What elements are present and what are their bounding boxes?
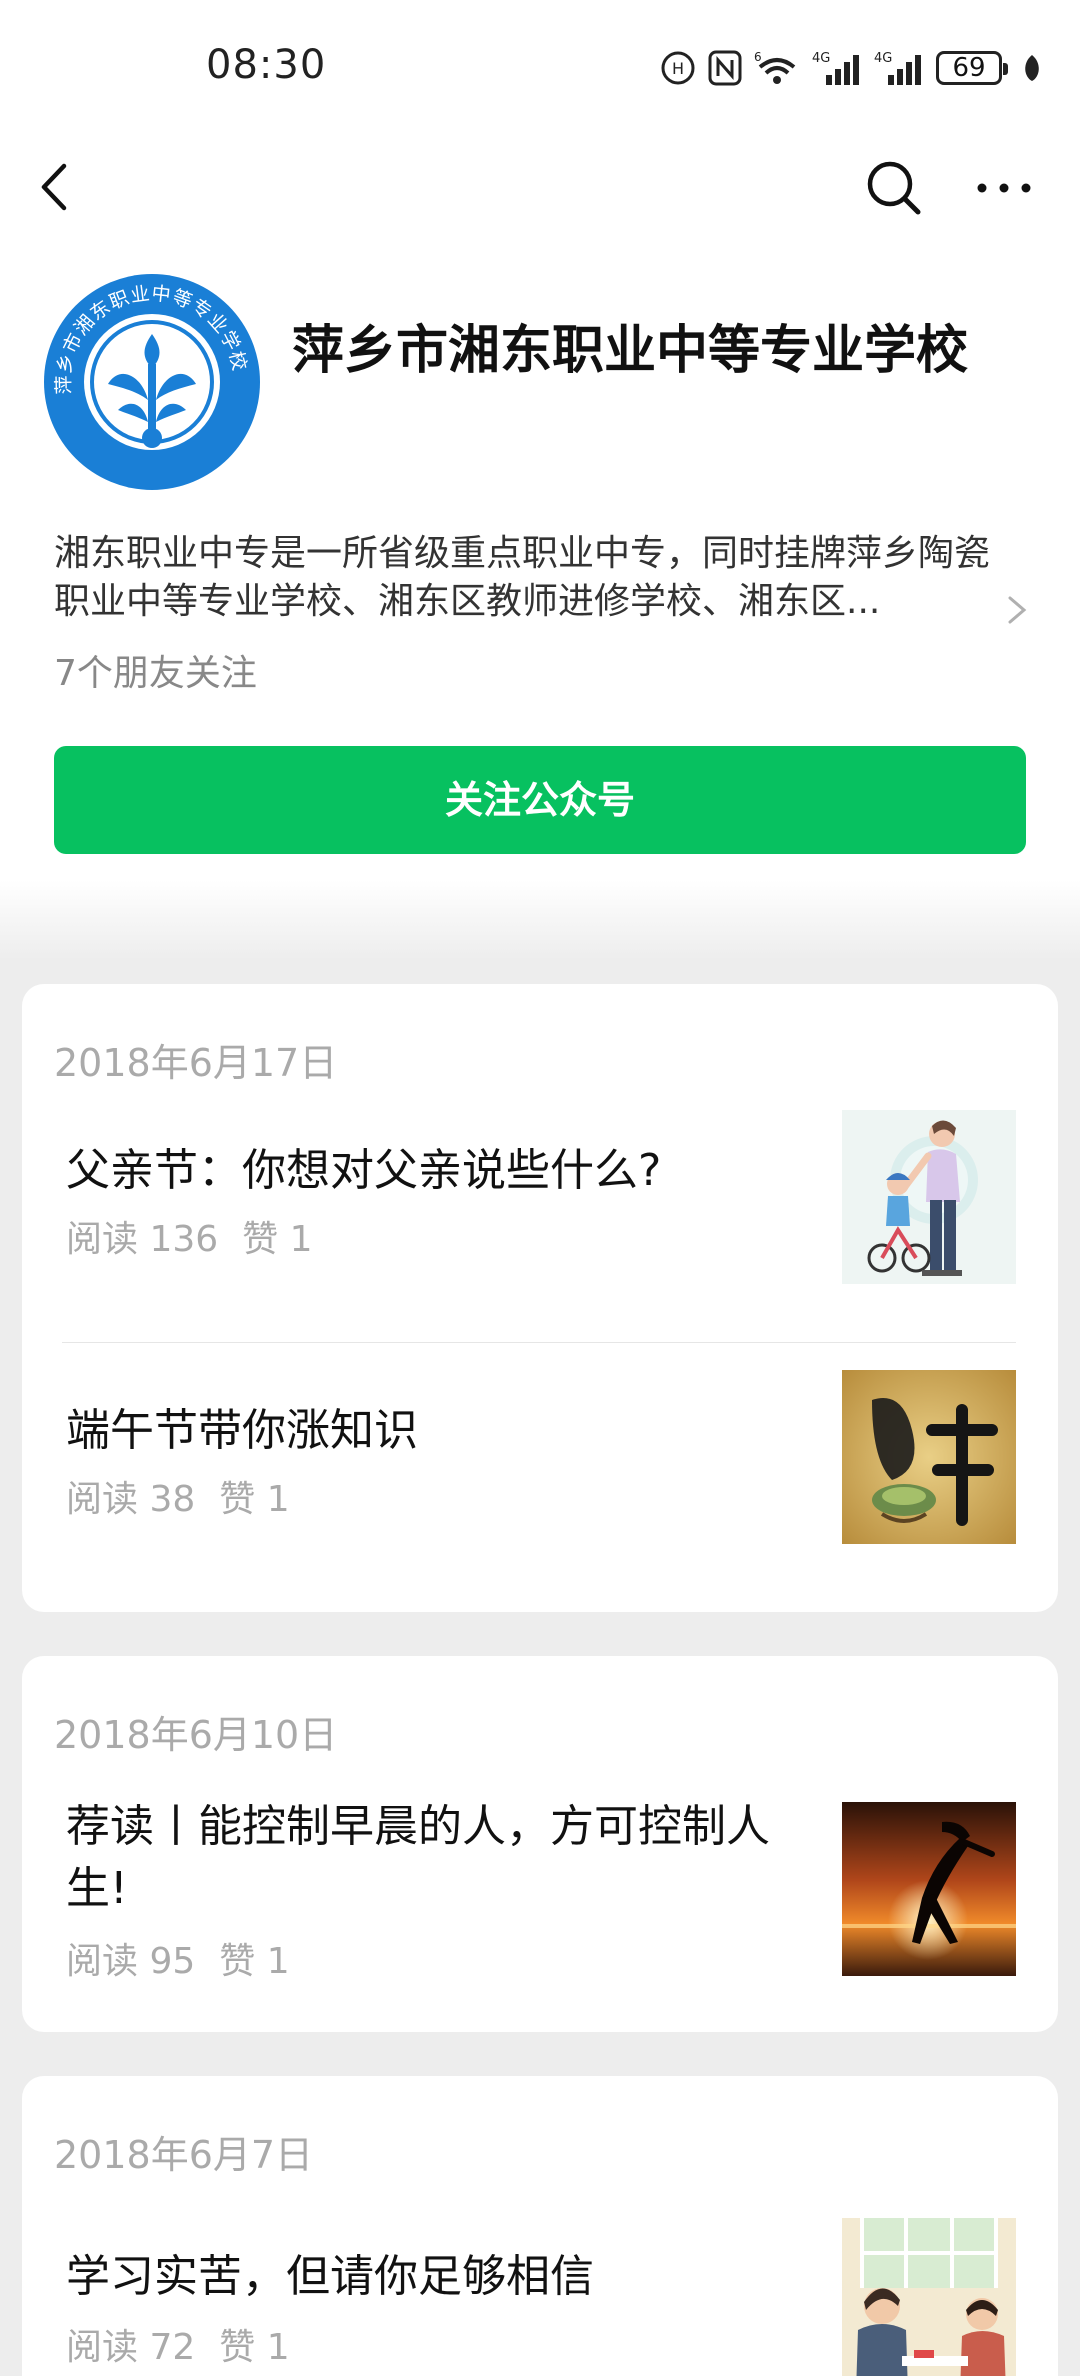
status-icons: H 6 4G 4G 69 [660,44,1042,92]
article-item[interactable]: 父亲节：你想对父亲说些什么? 阅读 136 赞 1 [22,1110,1058,1310]
like-count: 赞 1 [219,1479,290,1520]
signal-label-2: 4G [874,51,892,66]
read-count: 阅读 38 [66,1479,196,1520]
article-group: 2018年6月10日 荐读丨能控制早晨的人，方可控制人生! 阅读 95 赞 1 [22,1656,1058,2032]
article-thumbnail [842,1370,1016,1544]
chevron-left-icon [41,163,67,211]
account-description[interactable]: 湘东职业中专是一所省级重点职业中专，同时挂牌萍乡陶瓷职业中等专业学校、湘东区教师… [54,530,1014,626]
article-meta: 阅读 38 赞 1 [66,1470,290,1522]
svg-text:H: H [672,59,684,78]
article-meta: 阅读 95 赞 1 [66,1932,290,1984]
article-meta: 阅读 136 赞 1 [66,1210,313,1262]
search-icon [867,161,921,215]
hd-call-icon: H [660,50,696,86]
article-group: 2018年6月7日 学习实苦，但请你足够相信 阅读 72 赞 1 [22,2076,1058,2376]
description-more-button[interactable] [1004,590,1030,630]
read-count: 阅读 136 [66,1219,219,1260]
more-horizontal-icon [977,183,1031,193]
account-name: 萍乡市湘东职业中等专业学校 [292,321,969,381]
status-bar: 08:30 H 6 4G 4G 69 [0,0,1080,120]
article-group: 2018年6月17日 父亲节：你想对父亲说些什么? 阅读 136 赞 1 端午节… [22,984,1058,1612]
article-title: 荐读丨能控制早晨的人，方可控制人生! [66,1801,770,1914]
article-title: 父亲节：你想对父亲说些什么? [66,1145,662,1196]
article-item[interactable]: 荐读丨能控制早晨的人，方可控制人生! 阅读 95 赞 1 [22,1801,1058,2002]
read-count: 阅读 72 [66,2327,196,2368]
screen: 08:30 H 6 4G 4G 69 萍乡市湘东职业中等专业学校 萍乡市湘东职业… [0,0,1080,2376]
group-date: 2018年6月17日 [54,1041,338,1085]
article-thumbnail [842,1110,1016,1284]
like-count: 赞 1 [219,2327,290,2368]
status-time: 08:30 [206,42,327,88]
group-date: 2018年6月7日 [54,2133,314,2177]
wifi-icon: 6 [754,49,800,87]
article-thumbnail [842,2218,1016,2376]
like-count: 赞 1 [219,1941,290,1982]
article-item[interactable]: 端午节带你涨知识 阅读 38 赞 1 [22,1370,1058,1570]
friends-following[interactable]: 7个朋友关注 [54,644,257,696]
chevron-right-icon [1008,596,1027,624]
follow-button[interactable]: 关注公众号 [54,746,1026,854]
wifi-label: 6 [754,50,762,64]
battery-icon: 69 [936,51,1008,85]
signal-icon-1: 4G [812,49,862,87]
article-divider [62,1342,1016,1343]
account-logo[interactable]: 萍乡市湘东职业中等专业学校 [42,272,262,492]
article-meta: 阅读 72 赞 1 [66,2318,290,2370]
signal-icon-2: 4G [874,49,924,87]
like-count: 赞 1 [242,1219,313,1260]
signal-label-1: 4G [812,51,830,66]
back-button[interactable] [30,152,80,222]
article-title: 端午节带你涨知识 [66,1405,418,1456]
article-thumbnail [842,1802,1016,1976]
article-item[interactable]: 学习实苦，但请你足够相信 阅读 72 赞 1 [22,2218,1058,2376]
read-count: 阅读 95 [66,1941,196,1982]
search-button[interactable] [862,156,926,220]
group-date: 2018年6月10日 [54,1713,338,1757]
leaf-icon [1022,53,1042,83]
more-button[interactable] [972,164,1036,212]
nfc-icon [708,50,742,86]
article-title: 学习实苦，但请你足够相信 [66,2251,594,2302]
